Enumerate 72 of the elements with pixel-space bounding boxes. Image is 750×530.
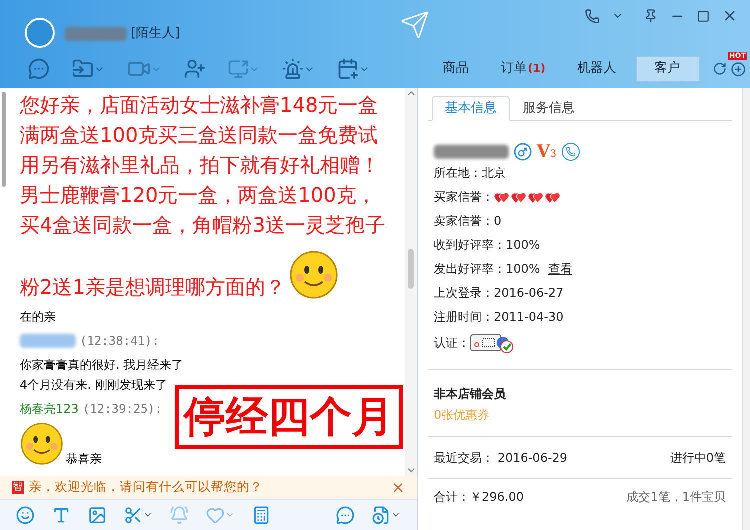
annotation-label: 停经四个月 [175, 385, 403, 449]
promo-message-line: 粉2送1亲是想调理哪方面的？ [20, 274, 286, 301]
message-text: 4个月没有来. 刚刚发现来了 [20, 377, 168, 394]
promo-message-line: 您好亲，店面活动女士滋补膏148元一盒 [20, 92, 378, 119]
vip-level: V3 [537, 144, 557, 160]
phone-icon[interactable] [562, 143, 580, 161]
smiley-icon [20, 422, 64, 466]
message-text: 你家膏膏真的很好. 我月经来了 [20, 357, 185, 374]
verified-card-icon [470, 332, 514, 354]
smart-badge: 智 [12, 481, 24, 494]
add-icon[interactable] [731, 62, 746, 76]
info-text: 卖家信誉：0 [434, 213, 502, 230]
promo-message-line: 满两盒送100克买三盒送同款一盒免费试 [20, 122, 378, 149]
message-time: (12:38:41): [80, 333, 160, 350]
calendar-add-icon[interactable] [337, 58, 370, 80]
pin-icon[interactable] [644, 9, 658, 23]
contact-tag: [陌生人] [131, 24, 180, 44]
paper-plane-icon [400, 10, 430, 40]
chat-bubble-icon[interactable] [336, 506, 355, 524]
info-text: 上次登录：2016-06-27 [434, 285, 564, 302]
notice-text: 亲，欢迎光临，请问有什么可以帮您的？ [29, 478, 263, 496]
refresh-icon[interactable] [713, 62, 727, 76]
sticker-caption: 恭喜亲 [66, 452, 102, 466]
phone-icon[interactable] [585, 8, 600, 24]
add-user-icon[interactable] [184, 58, 206, 80]
calculator-icon[interactable] [252, 506, 271, 524]
info-tab[interactable]: 基本信息 [432, 96, 510, 121]
image-icon[interactable] [88, 506, 107, 524]
message-text: 在的亲 [20, 309, 57, 326]
file-transfer-icon[interactable] [72, 58, 105, 80]
maximize-icon[interactable] [697, 10, 710, 22]
avatar-icon [25, 18, 55, 48]
info-text: 买家信誉： [434, 189, 494, 206]
document-clock-icon[interactable] [372, 506, 401, 524]
scissors-icon[interactable] [124, 506, 153, 524]
header-tab[interactable]: 机器人 [564, 56, 630, 82]
pending-orders: 进行中0笔 [670, 450, 726, 466]
view-link[interactable]: 查看 [548, 260, 572, 278]
header-tab[interactable]: 订单(1) [488, 56, 559, 82]
header-tab[interactable]: 客户 [636, 56, 700, 82]
total-amount: 合计：￥296.00 [434, 488, 524, 506]
smiley-icon [289, 250, 340, 300]
scrollbar-thumb[interactable] [408, 249, 414, 289]
info-text: 所在地：北京 [434, 165, 506, 182]
heart-icon [545, 190, 561, 204]
message-time: (12:39:25): [82, 401, 162, 418]
heart-icon [494, 190, 510, 204]
recent-trade-date: 最近交易： 2016-06-29 [434, 450, 568, 466]
heart-icon [511, 190, 527, 204]
blurred-name [65, 26, 127, 41]
info-text: 认证： [434, 335, 470, 352]
emoji-icon[interactable] [16, 506, 35, 524]
alarm-icon[interactable] [282, 58, 315, 80]
scrollbar-thumb[interactable] [2, 92, 6, 187]
font-icon[interactable] [52, 506, 71, 524]
close-button[interactable]: × [392, 480, 405, 496]
sender-name: 杨春亮123 [20, 401, 79, 418]
promo-message-line: 买4盒送同款一盒，角帽粉3送一灵芝孢子 [20, 212, 386, 239]
blurred-name [20, 334, 76, 348]
info-text: 注册时间：2011-04-30 [434, 309, 564, 326]
info-text: 收到好评率：100% [434, 237, 540, 254]
membership-status: 非本店铺会员 [434, 386, 507, 403]
info-text: 发出好评率：100% [434, 261, 540, 278]
coupon-count: 0张优惠券 [434, 407, 491, 424]
chat-bubble-icon[interactable] [28, 58, 50, 80]
trade-summary: 成交1笔，1件宝贝 [626, 488, 726, 506]
male-icon [514, 143, 532, 161]
heart-icon [528, 190, 544, 204]
promo-message-line: 男士鹿鞭膏120元一盒，两盒送100克， [20, 182, 376, 209]
info-tab[interactable]: 服务信息 [510, 96, 588, 121]
header-tab[interactable]: 商品 [430, 56, 482, 82]
promo-message-line: 用另有滋补里礼品，拍下就有好礼相赠！ [20, 152, 380, 179]
